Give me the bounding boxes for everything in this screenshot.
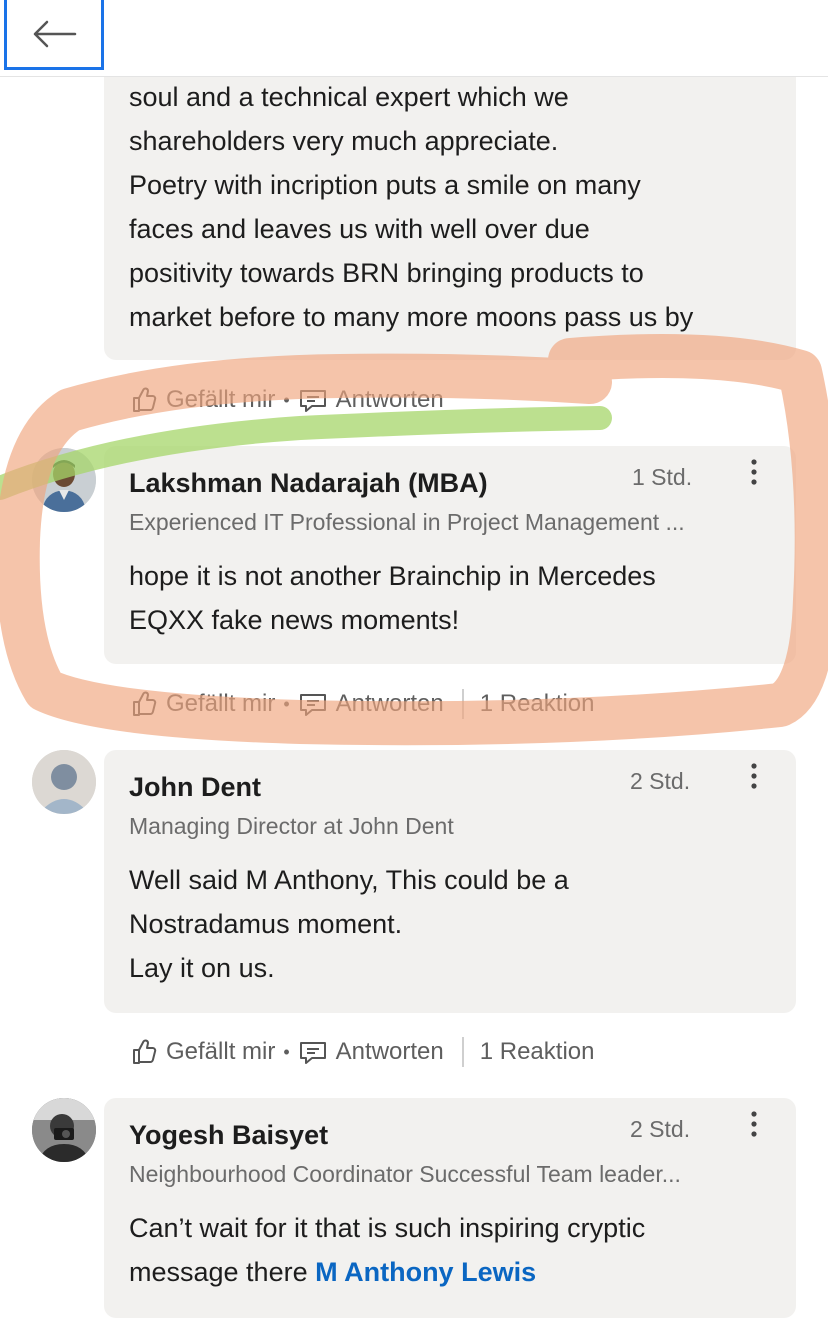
comment-bubble: John Dent 2 Std. Managing Director at Jo…: [104, 750, 796, 1013]
top-bar: [0, 0, 828, 77]
thumbs-up-icon: [133, 1039, 157, 1064]
speech-bubble-icon: [299, 1042, 326, 1064]
divider: [461, 689, 464, 719]
author-name[interactable]: John Dent: [129, 772, 261, 803]
author-headline: Neighbourhood Coordinator Successful Tea…: [129, 1161, 681, 1187]
avatar[interactable]: [32, 448, 96, 512]
comment-bubble: Yogesh Baisyet 2 Std. Neighbourhood Coor…: [104, 1098, 796, 1318]
mention-link[interactable]: M Anthony Lewis: [315, 1257, 536, 1287]
like-button[interactable]: Gefällt mir: [130, 1038, 275, 1066]
reply-button[interactable]: Antworten: [298, 386, 444, 414]
more-vertical-icon: [751, 763, 757, 789]
timestamp: 2 Std.: [630, 1116, 691, 1142]
speech-bubble-icon: [299, 390, 326, 412]
comment-actions: Gefällt mir • Antworten 1 Reaktion: [130, 684, 594, 724]
more-options-button[interactable]: [734, 756, 774, 796]
comment-actions: Gefällt mir • Antworten: [130, 380, 444, 420]
comment-text: hope it is not another Brainchip in Merc…: [129, 561, 656, 635]
thumbs-up-icon: [133, 387, 157, 412]
comment-bubble: Lakshman Nadarajah (MBA) 1 Std. Experien…: [104, 446, 796, 664]
thumbs-up-icon: [133, 691, 157, 716]
speech-bubble-icon: [299, 694, 326, 716]
author-name[interactable]: Yogesh Baisyet: [129, 1120, 328, 1151]
timestamp: 1 Std.: [632, 464, 693, 490]
author-headline: Managing Director at John Dent: [129, 813, 454, 839]
author-name[interactable]: Lakshman Nadarajah (MBA): [129, 468, 488, 499]
reaction-count[interactable]: 1 Reaktion: [480, 690, 595, 718]
like-button[interactable]: Gefällt mir: [130, 386, 275, 414]
avatar[interactable]: [32, 1098, 96, 1162]
comment-text: Well said M Anthony, This could be a Nos…: [129, 865, 569, 983]
like-button[interactable]: Gefällt mir: [130, 690, 275, 718]
arrow-left-icon: [33, 20, 77, 47]
comment-text: soul and a technical expert which we sha…: [129, 82, 694, 332]
comment-actions: Gefällt mir • Antworten 1 Reaktion: [130, 1032, 594, 1072]
timestamp: 2 Std.: [630, 768, 691, 794]
back-button[interactable]: [4, 0, 104, 70]
more-options-button[interactable]: [734, 452, 774, 492]
avatar[interactable]: [32, 750, 96, 814]
more-vertical-icon: [751, 459, 757, 485]
comment-bubble: soul and a technical expert which we sha…: [104, 40, 796, 360]
reply-button[interactable]: Antworten: [298, 1038, 444, 1066]
author-headline: Experienced IT Professional in Project M…: [129, 509, 685, 535]
more-options-button[interactable]: [734, 1104, 774, 1144]
reaction-count[interactable]: 1 Reaktion: [480, 1038, 595, 1066]
divider: [461, 1037, 464, 1067]
comment-text: Can’t wait for it that is such inspiring…: [129, 1213, 646, 1287]
reply-button[interactable]: Antworten: [298, 690, 444, 718]
more-vertical-icon: [751, 1111, 757, 1137]
